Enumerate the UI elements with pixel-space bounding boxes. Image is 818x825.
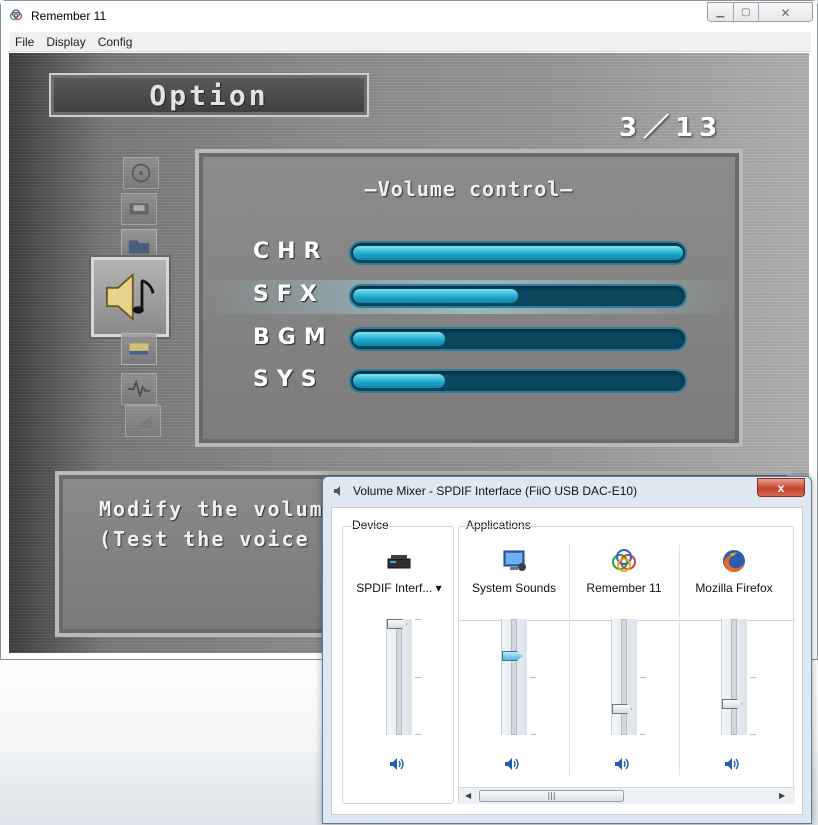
speaker-note-icon — [106, 272, 155, 322]
slider-tick — [530, 734, 536, 735]
app-name: Remember 11 — [586, 581, 662, 595]
firefox-slider-thumb[interactable] — [722, 699, 742, 709]
app-column-system-sounds: System Sounds — [459, 527, 569, 805]
caption-buttons: ▁ ▢ ✕ — [707, 2, 813, 22]
volume-slider-sfx[interactable] — [349, 284, 687, 308]
slider-tick — [640, 677, 646, 678]
system-sounds-slider-thumb[interactable] — [502, 651, 522, 661]
volume-fill — [353, 289, 518, 303]
volume-row-sfx[interactable]: SFX — [199, 280, 739, 314]
mixer-close-button[interactable]: x — [757, 478, 805, 497]
app-column-firefox: Mozilla Firefox — [679, 527, 789, 805]
side-tab-other[interactable] — [125, 405, 161, 437]
scrollbar-thumb[interactable]: ||| — [479, 790, 624, 802]
volume-fill — [353, 332, 445, 346]
menu-config[interactable]: Config — [98, 35, 133, 49]
scroll-left-icon[interactable]: ◀ — [465, 791, 471, 800]
firefox-mute-speaker-icon[interactable] — [723, 755, 741, 773]
close-icon: ✕ — [780, 5, 791, 20]
volume-fill — [353, 374, 445, 388]
device-name: SPDIF Interf... — [356, 581, 433, 595]
side-tab-save[interactable] — [121, 193, 157, 225]
menu-file[interactable]: File — [15, 35, 34, 49]
slider-tick — [415, 677, 421, 678]
slider-tick — [750, 677, 756, 678]
system-sounds-mute-speaker-icon[interactable] — [503, 755, 521, 773]
page-indicator: 3／13 — [619, 113, 724, 143]
remember-11-slider-thumb[interactable] — [612, 704, 632, 714]
horizontal-scrollbar[interactable]: ◀ ||| ▶ — [459, 787, 795, 804]
maximize-icon: ▢ — [741, 7, 751, 18]
slider-groove — [731, 619, 737, 735]
volume-label: SYS — [253, 367, 325, 392]
firefox-icon — [723, 550, 745, 573]
system-sounds-icon — [503, 550, 526, 571]
volume-mixer-window: Volume Mixer - SPDIF Interface (FiiO USB… — [322, 476, 812, 824]
device-volume-slider[interactable] — [386, 619, 421, 735]
side-tab-text[interactable] — [121, 333, 157, 365]
applications-group: System Sounds Remember 11 Mozilla Firefo… — [458, 526, 795, 805]
speaker-title-icon — [334, 486, 340, 496]
app-rings-icon — [9, 9, 23, 21]
volume-slider-bgm[interactable] — [349, 327, 687, 351]
volume-label: CHR — [253, 239, 329, 264]
option-title: Option — [149, 79, 269, 112]
volume-control-panel: —Volume control— CHR SFX BGM SYS — [195, 149, 743, 447]
app-name: System Sounds — [471, 581, 557, 595]
side-tab-waveform[interactable] — [121, 373, 157, 405]
device-mute-speaker-icon[interactable] — [388, 755, 406, 773]
chevron-down-icon: ▾ — [435, 581, 442, 595]
slider-tick — [530, 677, 536, 678]
text-window-icon — [129, 343, 149, 355]
app-column-remember-11: Remember 11 — [569, 527, 679, 805]
mixer-body: Device Applications SPDIF Interf... ▾ Sy… — [331, 507, 803, 815]
slider-groove — [511, 619, 517, 735]
menu-bar: File Display Config — [9, 32, 811, 52]
minimize-icon: ▁ — [716, 7, 725, 18]
device-column: SPDIF Interf... ▾ — [344, 527, 454, 805]
window-title: Remember 11 — [31, 9, 107, 23]
system-sounds-slider[interactable] — [501, 619, 536, 735]
device-group: SPDIF Interf... ▾ — [342, 526, 454, 804]
title-bar[interactable]: Remember 11 ▁ ▢ ✕ — [1, 1, 817, 31]
slider-groove — [621, 619, 627, 735]
slider-groove — [396, 619, 402, 735]
minimize-button[interactable]: ▁ — [708, 3, 734, 21]
device-dropdown[interactable]: SPDIF Interf... ▾ — [344, 581, 454, 595]
save-icon — [129, 203, 149, 215]
volume-slider-sys[interactable] — [349, 369, 687, 393]
scroll-right-icon[interactable]: ▶ — [779, 791, 785, 800]
waveform-icon — [127, 379, 151, 399]
volume-label: BGM — [253, 325, 334, 350]
maximize-button[interactable]: ▢ — [733, 3, 760, 21]
volume-row-sys[interactable]: SYS — [199, 365, 739, 399]
app-name: Mozilla Firefox — [695, 581, 773, 595]
volume-row-chr[interactable]: CHR — [199, 237, 739, 271]
remember-11-slider[interactable] — [611, 619, 646, 735]
menu-display[interactable]: Display — [46, 35, 85, 49]
volume-panel-title: —Volume control— — [364, 177, 574, 201]
ramp-icon — [133, 415, 153, 429]
volume-label: SFX — [253, 282, 325, 307]
volume-slider-chr[interactable] — [349, 241, 687, 265]
sound-card-icon — [387, 555, 411, 569]
option-title-plate: Option — [49, 73, 369, 117]
rings-icon — [612, 549, 636, 572]
volume-row-bgm[interactable]: BGM — [199, 323, 739, 357]
slider-tick — [750, 734, 756, 735]
firefox-slider[interactable] — [721, 619, 756, 735]
disc-icon — [131, 163, 151, 183]
close-icon: x — [777, 480, 785, 495]
folder-icon — [128, 240, 150, 254]
remember-11-mute-speaker-icon[interactable] — [613, 755, 631, 773]
slider-tick — [640, 734, 646, 735]
slider-tick — [415, 734, 421, 735]
side-tab-sound-selected[interactable] — [91, 257, 169, 337]
volume-fill — [353, 246, 683, 260]
slider-tick — [415, 619, 421, 620]
mixer-title: Volume Mixer - SPDIF Interface (FiiO USB… — [353, 484, 638, 498]
device-slider-thumb[interactable] — [387, 619, 407, 629]
side-tab-disc[interactable] — [123, 157, 159, 189]
close-button[interactable]: ✕ — [759, 3, 812, 21]
